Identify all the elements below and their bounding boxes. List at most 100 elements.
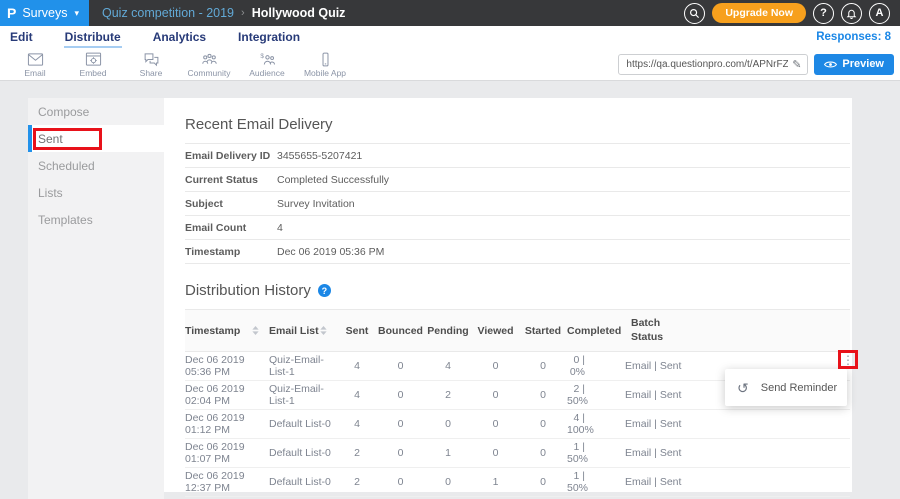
breadcrumb: Quiz competition - 2019 › Hollywood Quiz bbox=[89, 6, 345, 20]
cell-email-list: Default List-0 bbox=[269, 447, 337, 459]
notifications-button[interactable] bbox=[841, 3, 862, 24]
field-label: Timestamp bbox=[185, 246, 277, 258]
field-value: Survey Invitation bbox=[277, 198, 850, 210]
help-button[interactable]: ? bbox=[813, 3, 834, 24]
channel-audience-button[interactable]: $ Audience bbox=[238, 50, 296, 78]
channel-mobile-app-button[interactable]: Mobile App bbox=[296, 50, 354, 78]
surveys-menu[interactable]: P Surveys ▾ bbox=[0, 0, 89, 26]
tab-distribute[interactable]: Distribute bbox=[64, 27, 122, 48]
top-bar-actions: Upgrade Now ? A bbox=[684, 3, 900, 24]
cell-email-list: Default List-0 bbox=[269, 476, 337, 488]
cell-started: 0 bbox=[519, 418, 567, 430]
column-header-timestamp[interactable]: Timestamp bbox=[185, 325, 269, 337]
cell-email-list: Default List-0 bbox=[269, 418, 337, 430]
bell-icon bbox=[846, 8, 857, 19]
sidebar-item-templates[interactable]: Templates bbox=[28, 206, 164, 233]
field-value: Dec 06 2019 05:36 PM bbox=[277, 246, 850, 258]
channel-embed-button[interactable]: Embed bbox=[64, 50, 122, 78]
cell-pending: 0 bbox=[424, 418, 472, 430]
survey-url-box: ✎ bbox=[618, 54, 808, 75]
column-header-bounced: Bounced bbox=[377, 325, 424, 337]
app-window: P Surveys ▾ Quiz competition - 2019 › Ho… bbox=[0, 0, 900, 499]
audience-icon: $ bbox=[259, 52, 276, 67]
preview-label: Preview bbox=[842, 58, 884, 70]
cell-timestamp: Dec 06 2019 01:07 PM bbox=[185, 441, 269, 465]
channel-label: Embed bbox=[80, 68, 107, 78]
column-header-pending: Pending bbox=[424, 325, 472, 337]
cell-bounced: 0 bbox=[377, 360, 424, 372]
sidebar-item-compose[interactable]: Compose bbox=[28, 98, 164, 125]
field-row-email-count: Email Count 4 bbox=[185, 216, 850, 240]
cell-batch-status: Email | Sent bbox=[623, 476, 850, 488]
cell-bounced: 0 bbox=[377, 418, 424, 430]
history-help-icon[interactable]: ? bbox=[318, 284, 331, 297]
history-row[interactable]: Dec 06 2019 12:37 PM Default List-0 2 0 … bbox=[185, 468, 850, 497]
distribute-toolbar: Email Embed Share Community $ Audience M… bbox=[0, 48, 900, 81]
column-header-email-list[interactable]: Email List bbox=[269, 325, 337, 337]
channel-share-button[interactable]: Share bbox=[122, 50, 180, 78]
history-row[interactable]: Dec 06 2019 01:07 PM Default List-0 2 0 … bbox=[185, 439, 850, 468]
cell-viewed: 0 bbox=[472, 447, 519, 459]
cell-bounced: 0 bbox=[377, 476, 424, 488]
column-header-completed: Completed bbox=[567, 325, 623, 337]
field-row-subject: Subject Survey Invitation bbox=[185, 192, 850, 216]
channel-label: Audience bbox=[249, 68, 284, 78]
edit-url-icon[interactable]: ✎ bbox=[792, 58, 807, 71]
cell-timestamp: Dec 06 2019 01:12 PM bbox=[185, 412, 269, 436]
field-row-delivery-id: Email Delivery ID 3455655-5207421 bbox=[185, 144, 850, 168]
chevron-down-icon: ▾ bbox=[75, 8, 80, 19]
sidebar-item-lists[interactable]: Lists bbox=[28, 179, 164, 206]
sort-icon bbox=[252, 326, 259, 335]
sidebar-item-scheduled[interactable]: Scheduled bbox=[28, 152, 164, 179]
community-icon bbox=[201, 52, 218, 67]
recent-delivery-title-text: Recent Email Delivery bbox=[185, 116, 333, 133]
preview-button[interactable]: Preview bbox=[814, 54, 894, 75]
survey-nav: Edit Distribute Analytics Integration Re… bbox=[0, 26, 900, 48]
cell-started: 0 bbox=[519, 447, 567, 459]
search-button[interactable] bbox=[684, 3, 705, 24]
breadcrumb-separator: › bbox=[241, 7, 245, 19]
tab-edit[interactable]: Edit bbox=[9, 27, 34, 48]
column-label: Email List bbox=[269, 325, 319, 337]
responses-count[interactable]: Responses: 8 bbox=[816, 31, 891, 43]
email-sidebar: Compose Sent Scheduled Lists Templates bbox=[28, 98, 164, 499]
cell-timestamp: Dec 06 2019 12:37 PM bbox=[185, 470, 269, 494]
sidebar-item-sent[interactable]: Sent bbox=[28, 125, 164, 152]
channel-community-button[interactable]: Community bbox=[180, 50, 238, 78]
cell-started: 0 bbox=[519, 476, 567, 488]
cell-sent: 2 bbox=[337, 447, 377, 459]
svg-text:$: $ bbox=[260, 53, 264, 60]
email-icon bbox=[27, 52, 44, 67]
channel-buttons: Email Embed Share Community $ Audience M… bbox=[0, 50, 354, 78]
upgrade-now-button[interactable]: Upgrade Now bbox=[712, 3, 806, 24]
history-row[interactable]: Dec 06 2019 01:12 PM Default List-0 4 0 … bbox=[185, 410, 850, 439]
row-menu-kebab-icon[interactable]: ⋮ bbox=[841, 352, 855, 367]
send-reminder-menu-item[interactable]: ↺ Send Reminder bbox=[725, 369, 847, 406]
field-value: 3455655-5207421 bbox=[277, 150, 850, 162]
cell-bounced: 0 bbox=[377, 389, 424, 401]
cell-viewed: 0 bbox=[472, 418, 519, 430]
field-row-current-status: Current Status Completed Successfully bbox=[185, 168, 850, 192]
cell-bounced: 0 bbox=[377, 447, 424, 459]
recent-delivery-fields: Email Delivery ID 3455655-5207421 Curren… bbox=[185, 143, 850, 264]
history-header-row: Timestamp Email List Sent Bounced Pendin… bbox=[185, 310, 850, 352]
cell-completed: 0 | 0% bbox=[567, 354, 623, 378]
cell-viewed: 0 bbox=[472, 389, 519, 401]
search-icon bbox=[689, 8, 700, 19]
survey-link-area: ✎ Preview bbox=[618, 54, 900, 75]
breadcrumb-folder-link[interactable]: Quiz competition - 2019 bbox=[102, 6, 234, 20]
survey-url-input[interactable] bbox=[619, 59, 792, 70]
cell-batch-status: Email | Sent bbox=[623, 418, 850, 430]
tab-analytics[interactable]: Analytics bbox=[152, 27, 207, 48]
field-value: 4 bbox=[277, 222, 850, 234]
field-row-timestamp: Timestamp Dec 06 2019 05:36 PM bbox=[185, 240, 850, 264]
breadcrumb-survey-name: Hollywood Quiz bbox=[252, 6, 346, 20]
column-header-sent: Sent bbox=[337, 325, 377, 337]
embed-icon bbox=[85, 52, 102, 67]
cell-completed: 2 | 50% bbox=[567, 383, 623, 407]
cell-completed: 1 | 50% bbox=[567, 441, 623, 465]
questionpro-logo-icon: P bbox=[7, 6, 16, 20]
account-avatar[interactable]: A bbox=[869, 3, 890, 24]
tab-integration[interactable]: Integration bbox=[237, 27, 301, 48]
channel-email-button[interactable]: Email bbox=[6, 50, 64, 78]
